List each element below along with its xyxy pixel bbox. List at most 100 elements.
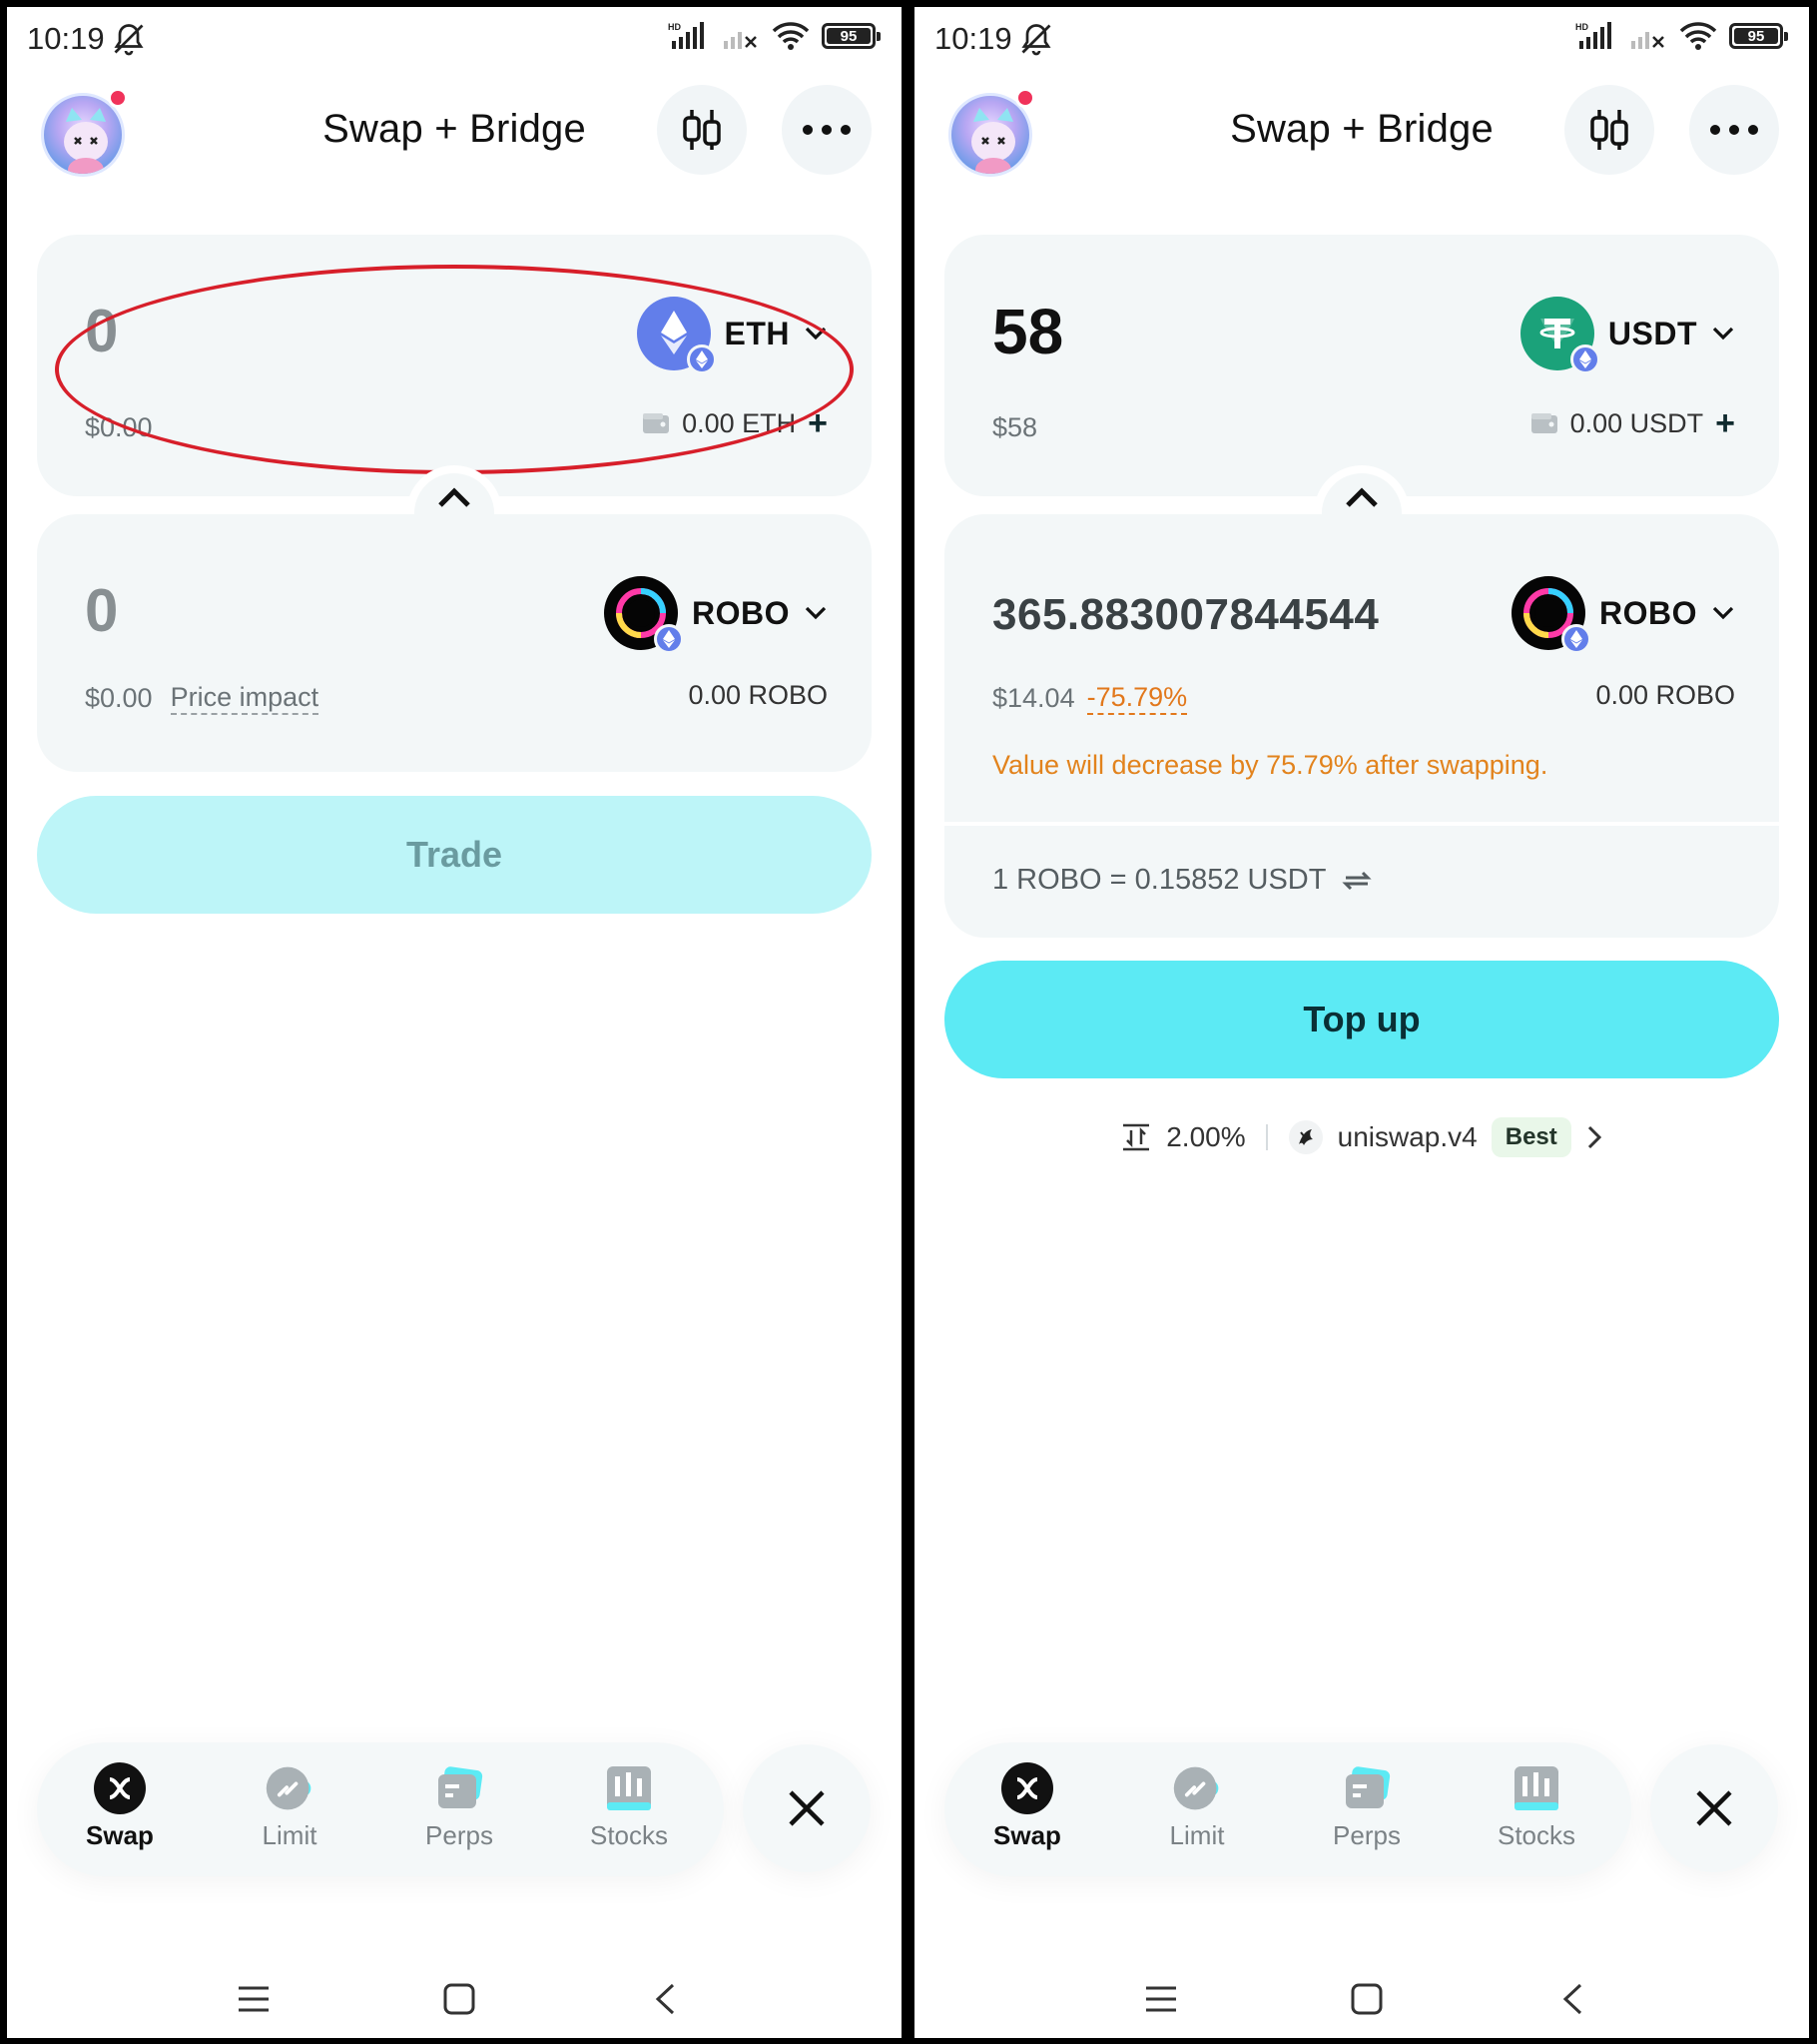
tab-limit-label: Limit bbox=[262, 1820, 317, 1850]
back-icon[interactable] bbox=[1547, 1974, 1597, 2024]
provider-name: uniswap.v4 bbox=[1337, 1121, 1478, 1152]
tab-perps[interactable]: Perps bbox=[404, 1762, 514, 1851]
tab-limit[interactable]: Limit bbox=[235, 1762, 344, 1851]
left-screen: 10:19 HD 95 Swap + Bridge 0 $0.00 ETH 0.… bbox=[7, 7, 902, 2038]
from-token-symbol: USDT bbox=[1607, 315, 1697, 351]
tab-limit-label: Limit bbox=[1169, 1820, 1225, 1850]
stocks-tab-icon bbox=[603, 1762, 655, 1814]
ethereum-network-icon bbox=[1569, 344, 1600, 374]
chevron-right-icon bbox=[1587, 1125, 1601, 1149]
from-amount-input[interactable]: 58 bbox=[992, 295, 1063, 368]
more-icon bbox=[803, 125, 851, 135]
header: Swap + Bridge bbox=[7, 85, 902, 185]
chart-button[interactable] bbox=[1564, 85, 1654, 175]
more-icon bbox=[1710, 125, 1758, 135]
from-token-select[interactable]: USDT bbox=[1519, 297, 1735, 374]
close-button[interactable] bbox=[743, 1744, 871, 1872]
tab-stocks[interactable]: Stocks bbox=[574, 1762, 684, 1851]
tab-stocks[interactable]: Stocks bbox=[1482, 1762, 1591, 1851]
to-token-select[interactable]: ROBO bbox=[1512, 576, 1735, 654]
wallet-icon bbox=[1530, 413, 1557, 433]
menu-icon[interactable] bbox=[1136, 1974, 1186, 2024]
perps-tab-icon bbox=[433, 1762, 485, 1814]
plus-icon[interactable]: + bbox=[1715, 406, 1735, 440]
limit-tab-icon bbox=[264, 1762, 315, 1814]
ethereum-network-icon bbox=[654, 624, 684, 654]
swap-tab-icon bbox=[1001, 1762, 1053, 1814]
wifi-icon bbox=[1679, 22, 1717, 50]
top-up-button[interactable]: Top up bbox=[944, 961, 1779, 1078]
to-card: 0 $0.00 Price impact ROBO 0.00 ROBO bbox=[37, 514, 872, 772]
from-balance-text: 0.00 USDT bbox=[1569, 407, 1704, 438]
tab-limit[interactable]: Limit bbox=[1142, 1762, 1252, 1851]
robo-icon bbox=[604, 576, 684, 654]
battery-icon: 95 bbox=[822, 23, 881, 49]
system-navigation bbox=[7, 1974, 902, 2024]
menu-icon[interactable] bbox=[229, 1974, 279, 2024]
home-icon[interactable] bbox=[1342, 1974, 1392, 2024]
close-button[interactable] bbox=[1650, 1744, 1778, 1872]
to-token-symbol: ROBO bbox=[1599, 594, 1697, 631]
swap-tab-icon bbox=[94, 1762, 146, 1814]
from-balance: 0.00 USDT + bbox=[1530, 406, 1735, 440]
chevron-down-icon bbox=[1712, 327, 1734, 341]
tab-swap[interactable]: Swap bbox=[972, 1762, 1082, 1851]
tab-stocks-label: Stocks bbox=[1497, 1820, 1576, 1850]
divider bbox=[1265, 1124, 1268, 1150]
to-card: 365.883007844544 $14.04 -75.79% ROBO 0.0… bbox=[944, 514, 1779, 938]
chevron-down-icon bbox=[1712, 606, 1734, 620]
limit-tab-icon bbox=[1171, 1762, 1223, 1814]
close-icon bbox=[789, 1790, 825, 1826]
to-usd-value: $14.04 bbox=[992, 683, 1075, 713]
battery-level: 95 bbox=[840, 27, 858, 45]
signal-icon: HD bbox=[1575, 22, 1611, 49]
header: Swap + Bridge bbox=[914, 85, 1809, 185]
price-impact-link[interactable]: Price impact bbox=[170, 682, 319, 715]
from-usd-value: $58 bbox=[992, 412, 1038, 442]
close-icon bbox=[1696, 1790, 1732, 1826]
tab-swap[interactable]: Swap bbox=[65, 1762, 175, 1851]
robo-icon bbox=[1512, 576, 1591, 654]
chart-button[interactable] bbox=[657, 85, 747, 175]
tab-perps-label: Perps bbox=[425, 1820, 493, 1850]
back-icon[interactable] bbox=[640, 1974, 690, 2024]
to-value-row: $14.04 -75.79% bbox=[992, 682, 1188, 715]
trade-button[interactable]: Trade bbox=[37, 796, 872, 914]
tab-perps[interactable]: Perps bbox=[1312, 1762, 1422, 1851]
to-usd-value: $0.00 bbox=[85, 683, 153, 713]
route-info[interactable]: 2.00% uniswap.v4 Best bbox=[914, 1117, 1809, 1157]
to-token-symbol: ROBO bbox=[692, 594, 790, 631]
best-badge: Best bbox=[1491, 1117, 1571, 1157]
bottom-tab-bar: Swap Limit Perps Stocks bbox=[37, 1742, 724, 1876]
price-impact-value[interactable]: -75.79% bbox=[1086, 682, 1188, 715]
battery-level: 95 bbox=[1747, 27, 1765, 45]
slippage-icon bbox=[1123, 1123, 1150, 1151]
page-title: Swap + Bridge bbox=[1230, 107, 1494, 151]
notification-dot bbox=[1015, 88, 1035, 108]
home-icon[interactable] bbox=[434, 1974, 484, 2024]
to-balance: 0.00 ROBO bbox=[1595, 680, 1735, 711]
to-token-select[interactable]: ROBO bbox=[604, 576, 828, 654]
status-time: 10:19 bbox=[27, 21, 105, 56]
tab-stocks-label: Stocks bbox=[589, 1820, 669, 1850]
ethereum-network-icon bbox=[1561, 624, 1591, 654]
candlestick-icon bbox=[1590, 110, 1628, 150]
wifi-icon bbox=[772, 22, 810, 50]
card-divider bbox=[944, 822, 1779, 826]
more-button[interactable] bbox=[782, 85, 872, 175]
chevron-down-icon bbox=[805, 606, 827, 620]
page-title: Swap + Bridge bbox=[322, 107, 586, 151]
svg-text:HD: HD bbox=[1575, 22, 1588, 32]
bell-off-icon bbox=[1021, 24, 1051, 56]
refresh-rate-icon bbox=[1342, 871, 1373, 890]
tab-swap-label: Swap bbox=[993, 1820, 1061, 1850]
exchange-rate-text: 1 ROBO = 0.15852 USDT bbox=[992, 864, 1327, 896]
bottom-tab-bar: Swap Limit Perps Stocks bbox=[944, 1742, 1631, 1876]
system-navigation bbox=[914, 1974, 1809, 2024]
exchange-rate[interactable]: 1 ROBO = 0.15852 USDT bbox=[992, 864, 1373, 897]
battery-icon: 95 bbox=[1729, 23, 1788, 49]
svg-text:HD: HD bbox=[668, 22, 681, 32]
from-card: 58 $58 USDT 0.00 USDT + bbox=[944, 235, 1779, 496]
more-button[interactable] bbox=[1689, 85, 1779, 175]
status-bar: 10:19 HD 95 bbox=[914, 7, 1809, 71]
